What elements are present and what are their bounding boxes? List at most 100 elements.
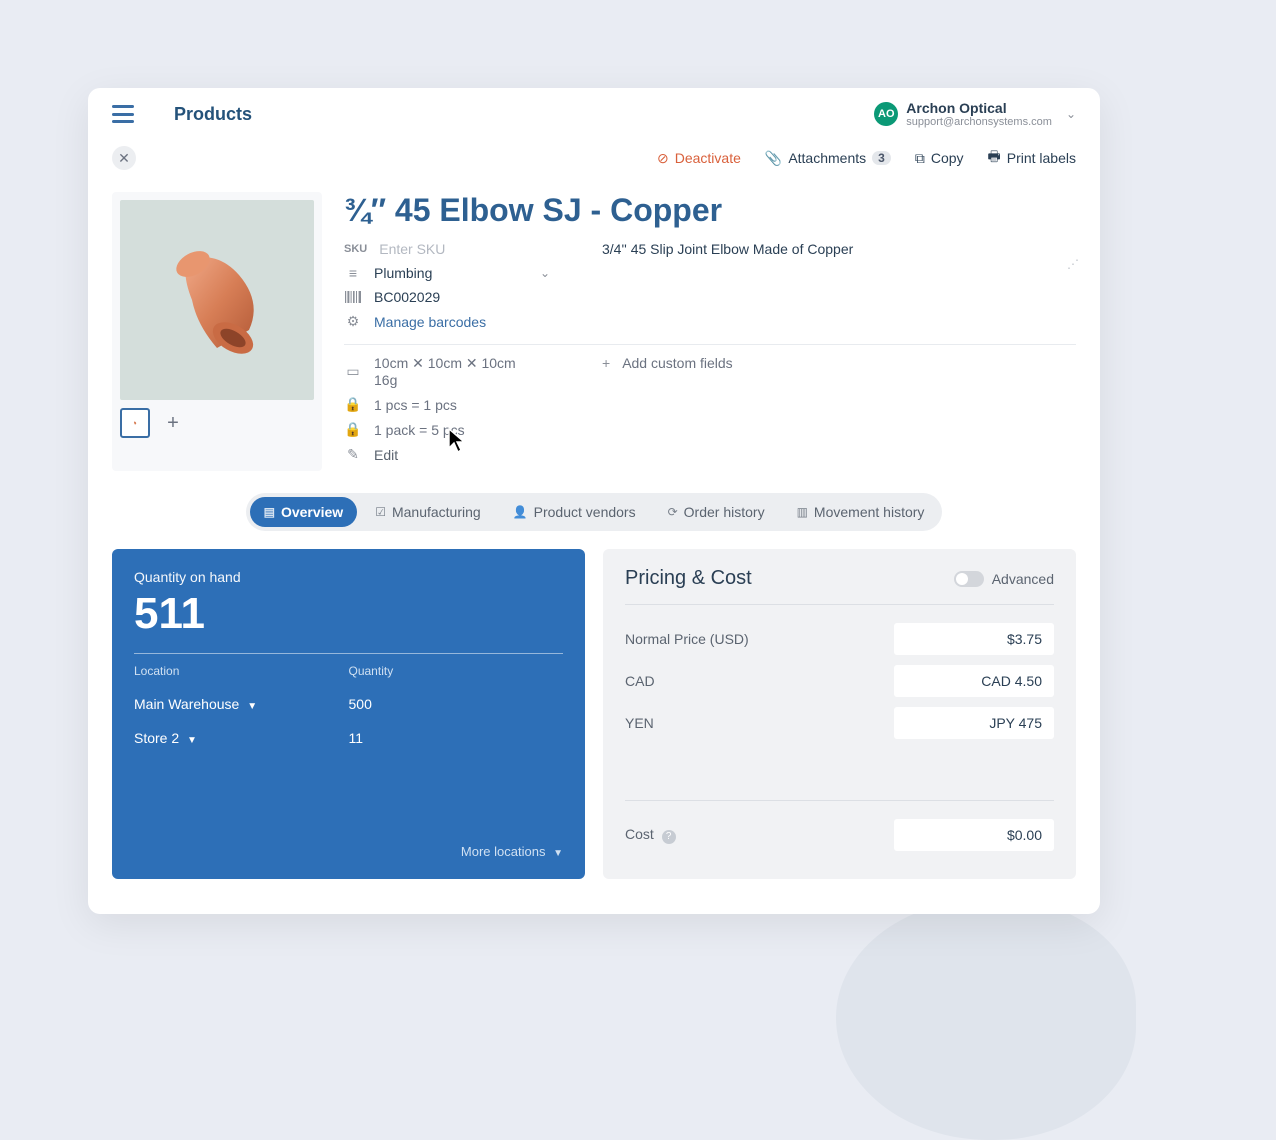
location-qty: 500 — [349, 696, 564, 712]
tab-overview[interactable]: ▤Overview — [250, 497, 358, 527]
sku-input[interactable]: Enter SKU — [379, 241, 445, 257]
cost-label: Cost — [625, 826, 654, 842]
price-input[interactable]: CAD 4.50 — [894, 665, 1054, 697]
avatar: AO — [874, 102, 898, 126]
location-table-header: Location Quantity — [134, 664, 563, 678]
product-description[interactable]: 3/4'' 45 Slip Joint Elbow Made of Copper — [602, 241, 1076, 257]
copy-icon: ⧉ — [915, 150, 925, 167]
barcode-icon — [344, 291, 362, 303]
pencil-icon: ✎ — [344, 446, 362, 463]
barcode-value: BC002029 — [374, 289, 440, 305]
more-locations-label: More locations — [461, 844, 546, 859]
add-custom-fields-link[interactable]: + Add custom fields — [602, 355, 1076, 371]
help-icon[interactable]: ? — [662, 830, 676, 844]
tab-icon: ⟳ — [668, 505, 678, 519]
uom1-value: 1 pcs = 1 pcs — [374, 397, 457, 413]
location-name: Main Warehouse ▼ — [134, 696, 349, 712]
attachments-label: Attachments — [788, 150, 866, 166]
quantity-title: Quantity on hand — [134, 569, 563, 585]
sku-row: SKU Enter SKU — [344, 241, 584, 257]
caret-down-icon: ▼ — [553, 848, 563, 859]
price-row: YENJPY 475 — [625, 707, 1054, 739]
cost-row: Cost ? $0.00 — [625, 819, 1054, 851]
gear-icon: ⚙ — [344, 313, 362, 330]
divider — [625, 604, 1054, 605]
location-header: Location — [134, 664, 349, 678]
org-email: support@archonsystems.com — [906, 116, 1052, 128]
location-qty: 11 — [349, 730, 564, 746]
printer-icon: 🖶 — [988, 146, 1001, 170]
toolbar: ✕ ⊘ Deactivate 📎 Attachments 3 ⧉ Copy 🖶 … — [88, 140, 1100, 184]
thumbnail-1[interactable] — [120, 408, 150, 438]
tab-icon: ▥ — [797, 505, 808, 519]
lock-icon: 🔒 — [344, 396, 362, 413]
qty-header: Quantity — [349, 664, 564, 678]
manage-barcodes-link[interactable]: ⚙ Manage barcodes — [344, 313, 584, 330]
add-image-button[interactable]: + — [158, 408, 188, 438]
copy-label: Copy — [931, 150, 964, 166]
resize-handle-icon[interactable]: ⋰ — [602, 257, 1076, 271]
edit-link[interactable]: ✎ Edit — [344, 446, 584, 463]
ruler-icon: ▭ — [344, 363, 362, 380]
copy-button[interactable]: ⧉ Copy — [915, 146, 964, 170]
price-row: Normal Price (USD)$3.75 — [625, 623, 1054, 655]
pricing-title: Pricing & Cost — [625, 567, 752, 590]
attachments-button[interactable]: 📎 Attachments 3 — [765, 146, 891, 170]
tab-manufacturing[interactable]: ☑Manufacturing — [361, 497, 494, 527]
image-gallery: + — [112, 192, 322, 471]
deactivate-button[interactable]: ⊘ Deactivate — [657, 146, 741, 170]
print-labels-label: Print labels — [1007, 150, 1076, 166]
uom1-row: 🔒 1 pcs = 1 pcs — [344, 396, 584, 413]
category-select[interactable]: ≡ Plumbing ⌄ — [344, 265, 584, 281]
advanced-toggle[interactable] — [954, 571, 984, 587]
location-row[interactable]: Store 2 ▼11 — [134, 730, 563, 746]
decorative-blob — [836, 900, 1136, 1140]
tab-product-vendors[interactable]: 👤Product vendors — [499, 497, 650, 527]
more-locations-link[interactable]: More locations ▼ — [134, 844, 563, 859]
org-name: Archon Optical — [906, 100, 1052, 116]
add-custom-fields-label: Add custom fields — [622, 355, 733, 371]
chevron-down-icon: ⌄ — [540, 266, 550, 280]
location-row[interactable]: Main Warehouse ▼500 — [134, 696, 563, 712]
price-row: CADCAD 4.50 — [625, 665, 1054, 697]
tab-label: Movement history — [814, 504, 924, 520]
divider — [344, 344, 1076, 345]
close-button[interactable]: ✕ — [112, 146, 136, 170]
divider — [625, 800, 1054, 801]
sku-label: SKU — [344, 243, 367, 255]
advanced-label: Advanced — [992, 571, 1054, 587]
edit-label: Edit — [374, 447, 398, 463]
divider — [134, 653, 563, 654]
paperclip-icon: 📎 — [765, 150, 782, 167]
tab-icon: ▤ — [264, 505, 275, 519]
price-input[interactable]: JPY 475 — [894, 707, 1054, 739]
caret-down-icon: ▼ — [247, 701, 257, 712]
print-labels-button[interactable]: 🖶 Print labels — [988, 146, 1076, 170]
category-value: Plumbing — [374, 265, 432, 281]
product-name[interactable]: ¾″ 45 Elbow SJ - Copper — [344, 192, 1076, 229]
tab-movement-history[interactable]: ▥ Movement history — [783, 497, 939, 527]
quantity-panel: Quantity on hand 511 Location Quantity M… — [112, 549, 585, 879]
caret-down-icon: ▼ — [187, 735, 197, 746]
product-image[interactable] — [120, 200, 314, 400]
app-window: Products AO Archon Optical support@archo… — [88, 88, 1100, 914]
product-info: ¾″ 45 Elbow SJ - Copper SKU Enter SKU ≡ … — [344, 192, 1076, 471]
weight-value: 16g — [374, 372, 516, 388]
attachments-count: 3 — [872, 151, 891, 165]
dimensions-row: ▭ 10cm ✕ 10cm ✕ 10cm 16g — [344, 355, 584, 388]
dimensions-value: 10cm ✕ 10cm ✕ 10cm — [374, 355, 516, 372]
account-switcher[interactable]: AO Archon Optical support@archonsystems.… — [874, 100, 1076, 128]
list-icon: ≡ — [344, 265, 362, 281]
chevron-down-icon: ⌄ — [1066, 107, 1076, 121]
cost-input[interactable]: $0.00 — [894, 819, 1054, 851]
prohibit-icon: ⊘ — [657, 150, 669, 167]
tab-order-history[interactable]: ⟳Order history — [654, 497, 779, 527]
menu-icon[interactable] — [112, 105, 134, 123]
pricing-panel: Pricing & Cost Advanced Normal Price (US… — [603, 549, 1076, 879]
price-input[interactable]: $3.75 — [894, 623, 1054, 655]
barcode-row: BC002029 — [344, 289, 584, 305]
header-bar: Products AO Archon Optical support@archo… — [88, 88, 1100, 140]
content-scroll[interactable]: + ¾″ 45 Elbow SJ - Copper SKU Enter SKU … — [88, 184, 1100, 902]
tab-icon: ☑ — [375, 505, 386, 519]
lock-icon: 🔒 — [344, 421, 362, 438]
